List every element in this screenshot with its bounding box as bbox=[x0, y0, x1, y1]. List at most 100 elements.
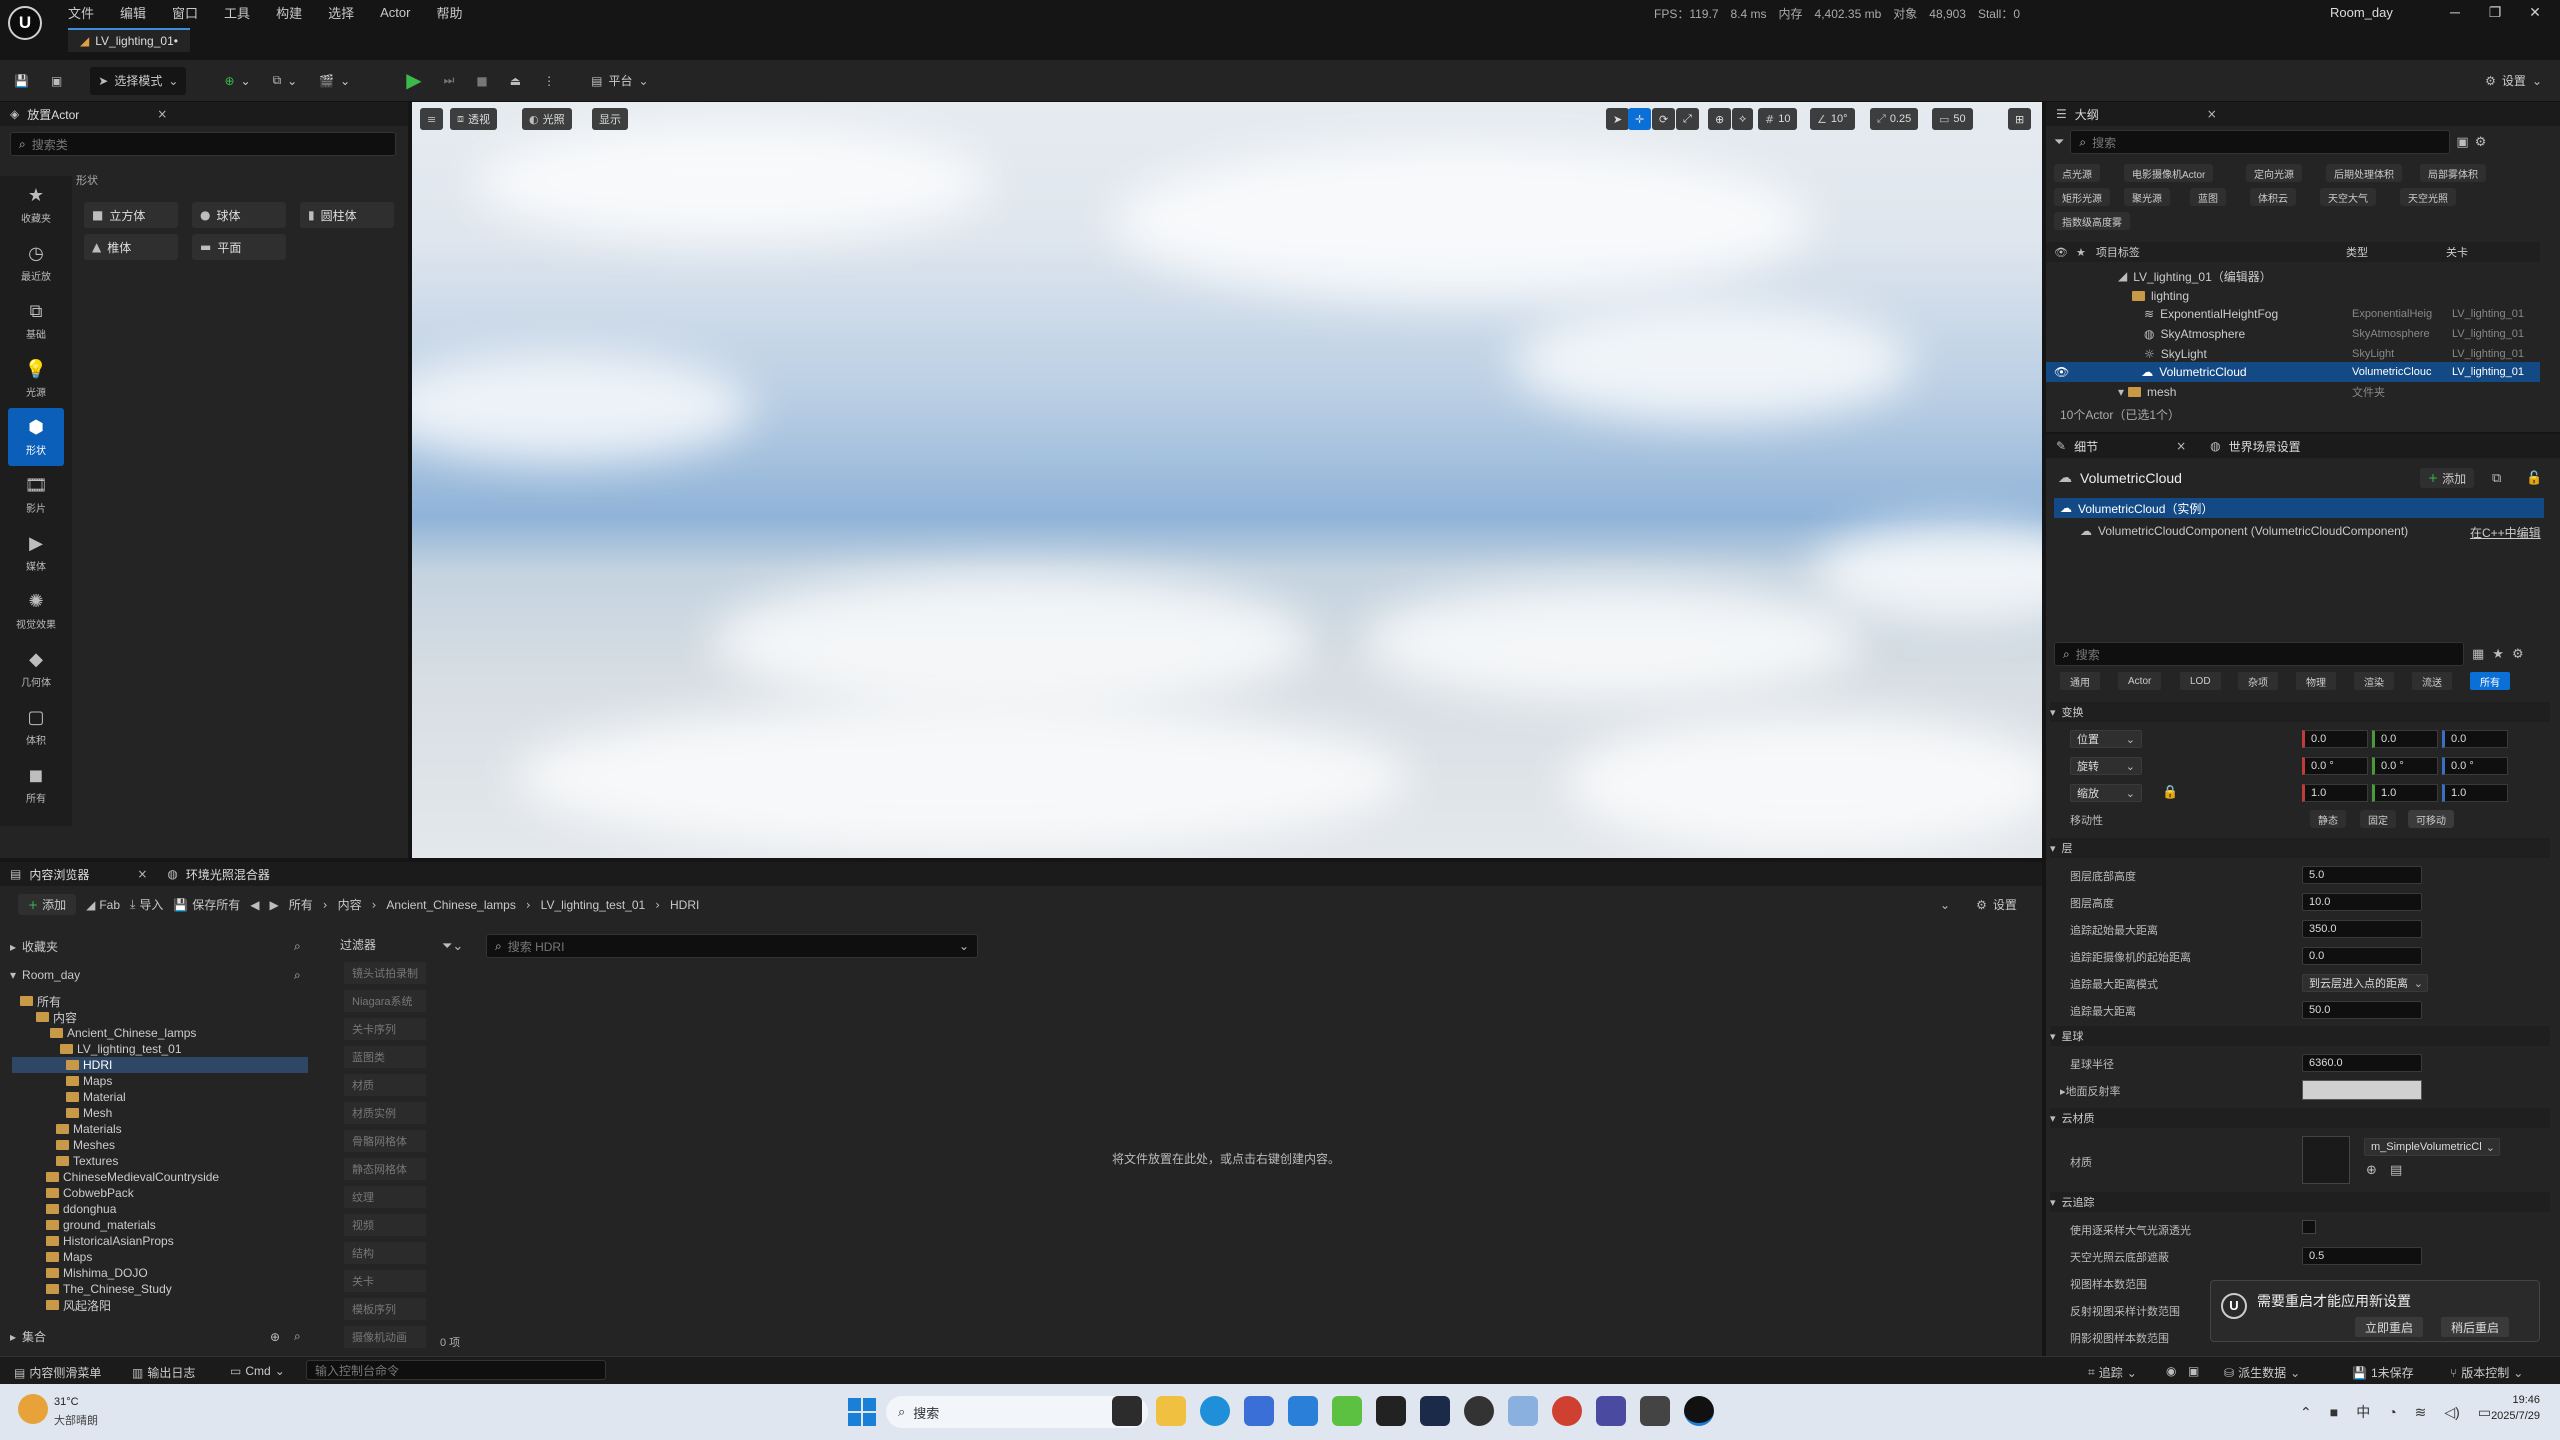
quick-add-point-light[interactable]: 点光源 bbox=[2054, 164, 2100, 182]
viewport-layout-icon[interactable]: ⊞ bbox=[2008, 108, 2032, 130]
asset-filter-icon[interactable]: ⏷⌄ bbox=[442, 938, 463, 954]
tree-folder[interactable]: 内容 bbox=[36, 1009, 77, 1025]
camera-speed-button[interactable]: ▭ 50 bbox=[1932, 108, 1973, 130]
menu-file[interactable]: 文件 bbox=[68, 3, 94, 22]
tree-folder[interactable]: ground_materials bbox=[46, 1217, 156, 1233]
viewport-menu-button[interactable]: ≡ bbox=[420, 108, 444, 130]
filter-item[interactable]: 摄像机动画 bbox=[344, 1326, 426, 1348]
level-tab[interactable]: ◢ LV_lighting_01• bbox=[68, 28, 190, 52]
filter-item[interactable]: Niagara系统 bbox=[344, 990, 426, 1012]
tree-folder-selected[interactable]: HDRI bbox=[12, 1057, 308, 1073]
select-mode-dropdown[interactable]: ➤ 选择模式 ⌄ bbox=[90, 66, 187, 95]
mobility-movable[interactable]: 可移动 bbox=[2408, 810, 2454, 828]
task-view-icon[interactable] bbox=[1112, 1396, 1142, 1426]
angle-snap-button[interactable]: ∠ 10° bbox=[1810, 108, 1855, 130]
tree-folder[interactable]: Maps bbox=[46, 1249, 92, 1265]
env-light-mixer-tab[interactable]: 环境光照混合器 bbox=[186, 866, 270, 883]
play-options-button[interactable]: ⋮ bbox=[535, 67, 563, 95]
rotate-tool-icon[interactable]: ⟳ bbox=[1652, 108, 1676, 130]
star-icon[interactable]: ★ bbox=[2076, 246, 2086, 259]
eject-button[interactable]: ⏏ bbox=[502, 67, 529, 95]
content-browser-tab[interactable]: 内容浏览器 bbox=[29, 866, 89, 883]
scale-z[interactable]: 1.0 bbox=[2442, 784, 2508, 802]
wifi-icon[interactable]: ≋ bbox=[2415, 1404, 2427, 1421]
cloud-material-section[interactable]: ▾ 云材质 bbox=[2050, 1108, 2550, 1128]
rotation-y[interactable]: 0.0 ° bbox=[2372, 757, 2438, 775]
menu-actor[interactable]: Actor bbox=[380, 5, 410, 20]
windows-start-icon[interactable] bbox=[848, 1398, 876, 1426]
console-input[interactable]: 输入控制台命令 bbox=[306, 1360, 606, 1380]
gear-icon[interactable]: ⚙ bbox=[2512, 647, 2524, 662]
menu-tools[interactable]: 工具 bbox=[224, 3, 250, 22]
platform-dropdown[interactable]: ▤ 平台 ⌄ bbox=[583, 67, 656, 95]
add-button[interactable]: + 添加 bbox=[18, 894, 77, 915]
scale-x[interactable]: 1.0 bbox=[2302, 784, 2368, 802]
location-x[interactable]: 0.0 bbox=[2302, 730, 2368, 748]
search-icon[interactable]: ⌕ bbox=[294, 968, 301, 983]
restart-later-button[interactable]: 稍后重启 bbox=[2441, 1317, 2510, 1337]
blueprint-icon[interactable]: ⧉ bbox=[2492, 470, 2501, 486]
asset-search[interactable]: ⌕ 搜索 HDRI ⌄ bbox=[486, 934, 978, 958]
column-label[interactable]: 项目标签 bbox=[2096, 244, 2140, 260]
layer-section[interactable]: ▾ 层 bbox=[2050, 838, 2550, 858]
collections-header[interactable]: ▸ 集合 ⊕ ⌕ bbox=[10, 1328, 310, 1345]
app-cat-icon[interactable] bbox=[1596, 1396, 1626, 1426]
import-button[interactable]: ⤓ 导入 bbox=[130, 896, 163, 913]
add-collection-icon[interactable]: ⊕ bbox=[270, 1330, 280, 1344]
mobility-static[interactable]: 静态 bbox=[2310, 810, 2346, 828]
app-p-icon[interactable] bbox=[1464, 1396, 1494, 1426]
component-row[interactable]: ☁ VolumetricCloudComponent (VolumetricCl… bbox=[2080, 524, 2408, 538]
ground-albedo-color-swatch[interactable] bbox=[2302, 1080, 2422, 1100]
tree-folder[interactable]: The_Chinese_Study bbox=[46, 1281, 172, 1297]
use-selected-icon[interactable]: ⊕ bbox=[2366, 1162, 2377, 1178]
nvidia-icon[interactable] bbox=[1332, 1396, 1362, 1426]
category-cinematic[interactable]: 🎞 影片 bbox=[0, 466, 72, 524]
filter-item[interactable]: 关卡序列 bbox=[344, 1018, 426, 1040]
details-tab-misc[interactable]: 杂项 bbox=[2238, 672, 2278, 690]
advance-frame-button[interactable]: ⏭ bbox=[436, 67, 463, 95]
lock-icon[interactable]: 🔓 bbox=[2526, 470, 2542, 486]
grid-snap-button[interactable]: #10 bbox=[1758, 108, 1798, 130]
tree-folder[interactable]: Ancient_Chinese_lamps bbox=[50, 1025, 196, 1041]
world-settings-tab[interactable]: 世界场景设置 bbox=[2229, 438, 2301, 455]
menu-window[interactable]: 窗口 bbox=[172, 3, 198, 22]
store-icon[interactable] bbox=[1244, 1396, 1274, 1426]
unreal-logo-icon[interactable]: U bbox=[8, 6, 42, 40]
speaker-icon[interactable]: ◁) bbox=[2444, 1404, 2459, 1421]
layer-height[interactable]: 10.0 bbox=[2302, 893, 2422, 911]
planet-section[interactable]: ▾ 星球 bbox=[2050, 1026, 2550, 1046]
rotation-dropdown[interactable]: 旋转 ⌄ bbox=[2070, 757, 2142, 775]
tree-folder[interactable]: HistoricalAsianProps bbox=[46, 1233, 174, 1249]
layer-bottom-altitude[interactable]: 5.0 bbox=[2302, 866, 2422, 884]
star-icon[interactable]: ★ bbox=[2492, 647, 2504, 662]
weather-icon[interactable] bbox=[18, 1394, 48, 1424]
category-vfx[interactable]: ✺ 视觉效果 bbox=[0, 582, 72, 640]
category-geometry[interactable]: ◆ 几何体 bbox=[0, 640, 72, 698]
cinematics-button[interactable]: 🎬 ⌄ bbox=[311, 67, 358, 95]
sky-light-bottom-occlusion[interactable]: 0.5 bbox=[2302, 1247, 2422, 1265]
browse-asset-icon[interactable]: ▤ bbox=[2390, 1162, 2402, 1178]
quick-add-sky-atmosphere[interactable]: 天空大气 bbox=[2320, 188, 2376, 206]
menu-build[interactable]: 构建 bbox=[276, 3, 302, 22]
show-button[interactable]: 显示 bbox=[592, 108, 628, 130]
quick-add-spot-light[interactable]: 聚光源 bbox=[2124, 188, 2170, 206]
category-media[interactable]: ▶ 媒体 bbox=[0, 524, 72, 582]
tree-folder[interactable]: Meshes bbox=[56, 1137, 115, 1153]
translate-tool-icon[interactable]: ✛ bbox=[1628, 108, 1652, 130]
quick-add-rect-light[interactable]: 矩形光源 bbox=[2054, 188, 2110, 206]
scale-dropdown[interactable]: 缩放 ⌄ bbox=[2070, 784, 2142, 802]
details-tab-streaming[interactable]: 流送 bbox=[2412, 672, 2452, 690]
shape-cube[interactable]: ■ 立方体 bbox=[84, 202, 178, 228]
pycharm-icon[interactable] bbox=[1376, 1396, 1406, 1426]
category-recent[interactable]: ◷ 最近放 bbox=[0, 234, 72, 292]
tracing-max-distance[interactable]: 50.0 bbox=[2302, 1001, 2422, 1019]
shape-cylinder[interactable]: ▮ 圆柱体 bbox=[300, 202, 394, 228]
derived-data-button[interactable]: ⛁ 派生数据 ⌄ bbox=[2224, 1364, 2300, 1381]
capture-icon[interactable]: ▣ bbox=[2188, 1364, 2199, 1378]
quick-add-height-fog[interactable]: 指数级高度雾 bbox=[2054, 212, 2130, 230]
select-tool-icon[interactable]: ➤ bbox=[1606, 108, 1630, 130]
app-terminal-icon[interactable] bbox=[1640, 1396, 1670, 1426]
cmd-dropdown[interactable]: ▭ Cmd ⌄ bbox=[230, 1364, 285, 1378]
tree-folder[interactable]: Material bbox=[66, 1089, 126, 1105]
category-lights[interactable]: 💡 光源 bbox=[0, 350, 72, 408]
